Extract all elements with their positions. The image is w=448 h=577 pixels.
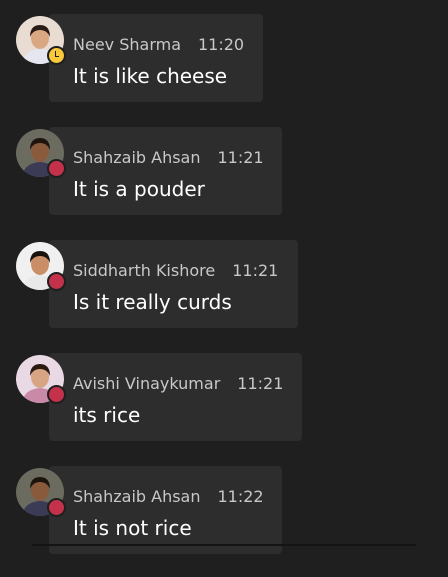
chat-thread: Neev Sharma 11:20 It is like cheese Shahz…	[0, 0, 448, 577]
do-not-disturb-status-icon	[47, 498, 66, 517]
message-bubble[interactable]: Neev Sharma 11:20 It is like cheese	[49, 14, 263, 102]
message-time: 11:20	[198, 35, 245, 54]
sender-name[interactable]: Neev Sharma	[73, 35, 181, 54]
message-bubble[interactable]: Siddharth Kishore 11:21 Is it really curd…	[49, 240, 298, 328]
message-meta: Shahzaib Ahsan 11:21	[73, 148, 264, 167]
message-time: 11:21	[237, 374, 284, 393]
message-meta: Shahzaib Ahsan 11:22	[73, 487, 264, 506]
divider	[32, 544, 416, 546]
do-not-disturb-status-icon	[47, 385, 66, 404]
do-not-disturb-status-icon	[47, 159, 66, 178]
message-bubble[interactable]: Shahzaib Ahsan 11:22 It is not rice	[49, 466, 282, 554]
message-text: It is not rice	[73, 516, 192, 540]
chat-message[interactable]: Neev Sharma 11:20 It is like cheese	[0, 0, 448, 102]
sender-name[interactable]: Avishi Vinaykumar	[73, 374, 220, 393]
chat-message[interactable]: Avishi Vinaykumar 11:21 its rice	[0, 339, 448, 441]
chat-message[interactable]: Siddharth Kishore 11:21 Is it really curd…	[0, 226, 448, 328]
sender-name[interactable]: Siddharth Kishore	[73, 261, 215, 280]
message-text: It is a pouder	[73, 177, 205, 201]
sender-name[interactable]: Shahzaib Ahsan	[73, 487, 201, 506]
do-not-disturb-status-icon	[47, 272, 66, 291]
message-text: It is like cheese	[73, 64, 228, 88]
message-text: Is it really curds	[73, 290, 232, 314]
message-time: 11:22	[217, 487, 264, 506]
message-time: 11:21	[232, 261, 279, 280]
message-time: 11:21	[217, 148, 264, 167]
message-meta: Siddharth Kishore 11:21	[73, 261, 278, 280]
message-bubble[interactable]: Shahzaib Ahsan 11:21 It is a pouder	[49, 127, 282, 215]
away-status-icon	[47, 46, 66, 65]
sender-name[interactable]: Shahzaib Ahsan	[73, 148, 201, 167]
message-text: its rice	[73, 403, 141, 427]
message-bubble[interactable]: Avishi Vinaykumar 11:21 its rice	[49, 353, 302, 441]
message-meta: Neev Sharma 11:20	[73, 35, 244, 54]
chat-message[interactable]: Shahzaib Ahsan 11:22 It is not rice	[0, 452, 448, 554]
chat-message[interactable]: Shahzaib Ahsan 11:21 It is a pouder	[0, 113, 448, 215]
message-meta: Avishi Vinaykumar 11:21	[73, 374, 283, 393]
